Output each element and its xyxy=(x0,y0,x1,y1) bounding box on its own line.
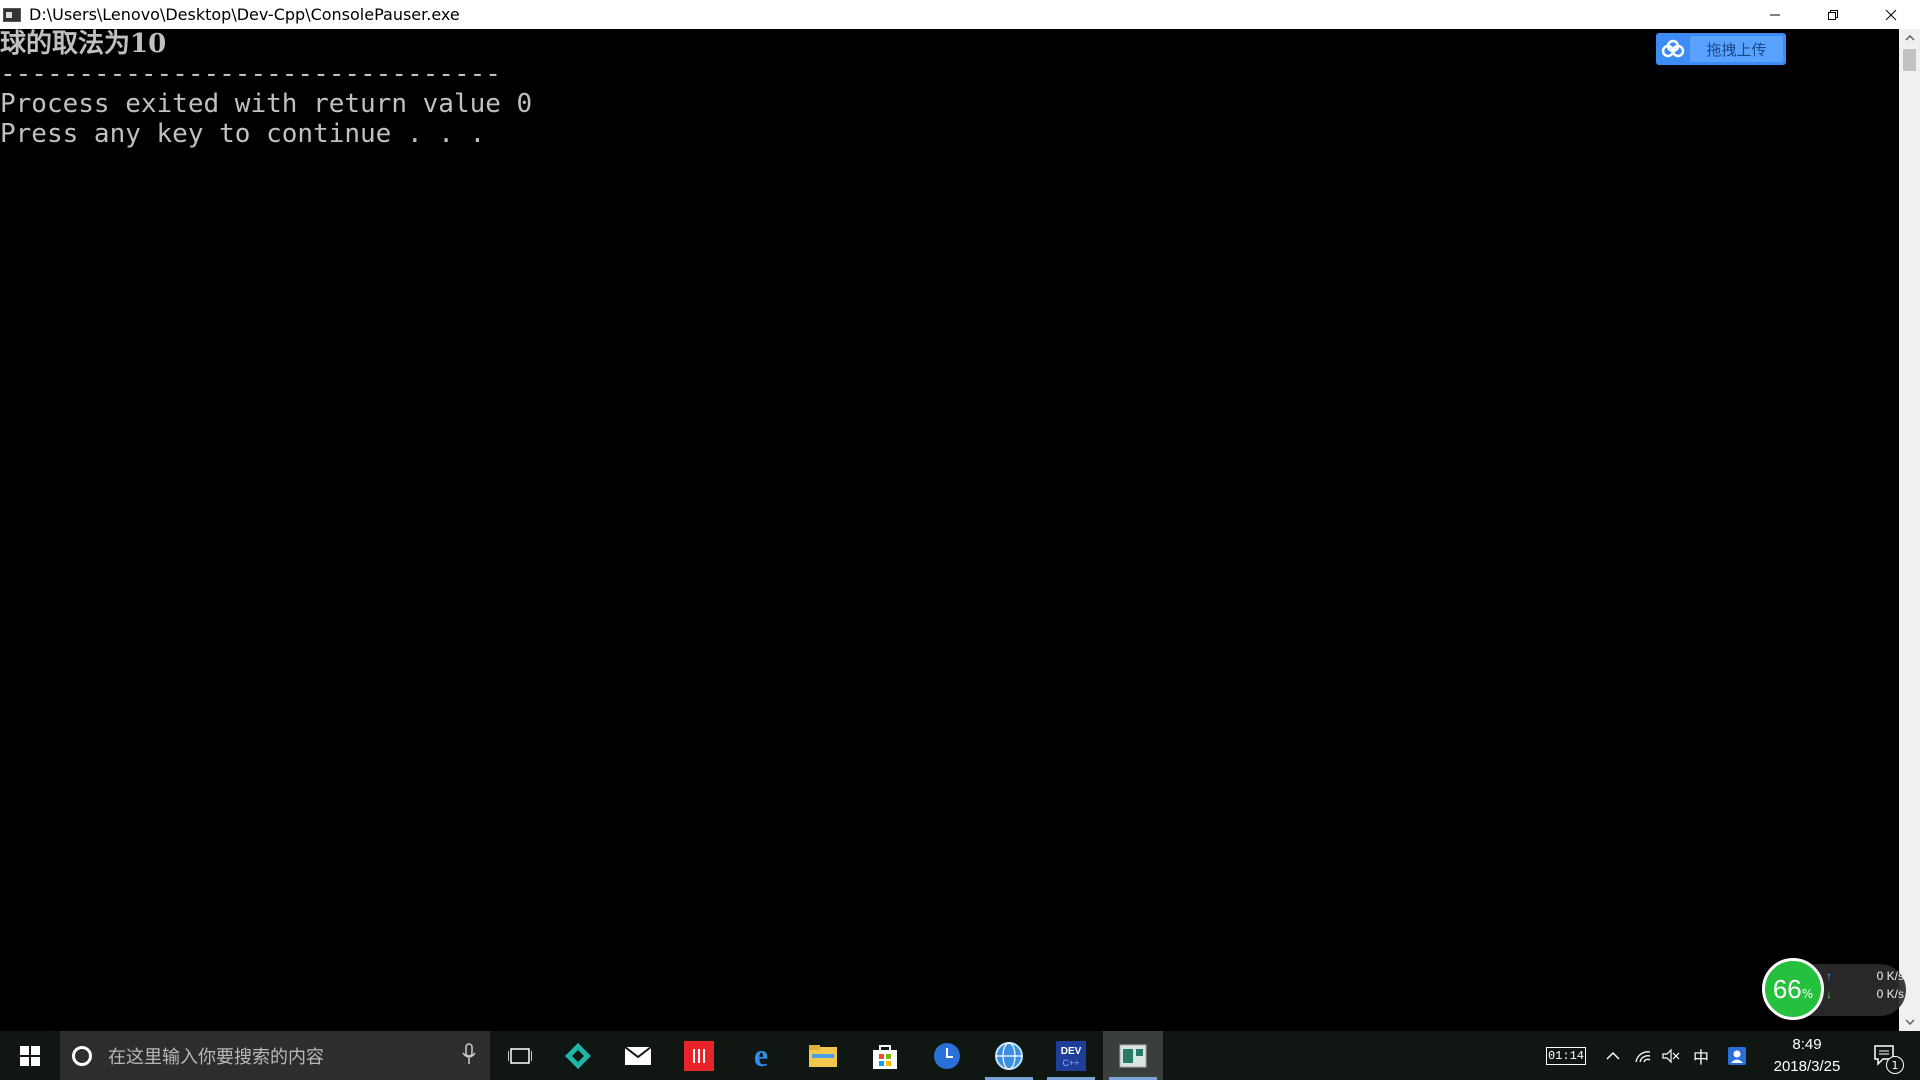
dev-cpp-icon: DEV C++ xyxy=(1056,1040,1086,1071)
drag-upload-widget[interactable]: 拖拽上传 xyxy=(1656,33,1786,65)
taskbar: 在这里输入你要搜索的内容 e DEV C++ 01:14 中 8:49 2018… xyxy=(0,1031,1920,1080)
taskbar-app-red[interactable] xyxy=(669,1031,729,1080)
taskbar-app-browser[interactable] xyxy=(979,1031,1039,1080)
console-line: 球的取法为10 xyxy=(0,29,167,59)
window-title-bar: D:\Users\Lenovo\Desktop\Dev-Cpp\ConsoleP… xyxy=(0,0,1920,29)
windows-logo-icon xyxy=(20,1045,40,1066)
console-output[interactable]: 球的取法为10 --------------------------------… xyxy=(0,29,1899,1031)
user-tray-icon xyxy=(1728,1046,1746,1065)
speaker-muted-icon xyxy=(1662,1048,1680,1063)
console-line: Press any key to continue . . . xyxy=(0,119,486,149)
memory-percent: 66 xyxy=(1772,973,1802,1004)
upload-speed-value: 0 K/s xyxy=(1876,969,1904,983)
download-speed: ↓ 0 K/s xyxy=(1826,987,1904,1001)
ime-indicator[interactable]: 中 xyxy=(1688,1031,1714,1080)
edge-icon: e xyxy=(753,1037,769,1073)
close-icon xyxy=(1885,9,1897,20)
task-view-icon xyxy=(508,1047,532,1064)
taskbar-app-diamond[interactable] xyxy=(548,1031,608,1080)
window-controls xyxy=(1746,0,1920,29)
action-center-button[interactable]: 1 xyxy=(1866,1031,1906,1080)
battery-time: 01:14 xyxy=(1547,1048,1584,1063)
chevron-up-icon xyxy=(1606,1051,1620,1060)
download-speed-value: 0 K/s xyxy=(1876,987,1904,1001)
download-arrow-icon: ↓ xyxy=(1826,987,1832,1001)
network-speed-widget[interactable]: 66 % ↑ 0 K/s ↓ 0 K/s xyxy=(1762,958,1906,1020)
close-button[interactable] xyxy=(1862,0,1920,29)
console-app-icon xyxy=(3,7,21,22)
battery-icon: 01:14 xyxy=(1546,1046,1586,1065)
folder-icon xyxy=(809,1044,837,1067)
taskbar-app-file-explorer[interactable] xyxy=(793,1031,853,1080)
clock-date: 2018/3/25 xyxy=(1773,1058,1841,1075)
taskbar-clock[interactable]: 8:49 2018/3/25 xyxy=(1762,1031,1852,1080)
red-app-icon xyxy=(684,1040,714,1071)
clock-time: 8:49 xyxy=(1792,1036,1822,1053)
restore-icon xyxy=(1828,9,1838,20)
taskbar-app-dev-cpp[interactable]: DEV C++ xyxy=(1041,1031,1101,1080)
scrollbar-thumb[interactable] xyxy=(1903,49,1916,71)
volume-tray-button[interactable] xyxy=(1658,1031,1684,1080)
window-title: D:\Users\Lenovo\Desktop\Dev-Cpp\ConsoleP… xyxy=(29,5,460,24)
notification-count-badge: 1 xyxy=(1886,1056,1904,1074)
diamond-app-icon xyxy=(565,1042,591,1069)
task-view-button[interactable] xyxy=(490,1031,550,1080)
browser-globe-icon xyxy=(995,1041,1023,1070)
scroll-up-arrow-icon[interactable] xyxy=(1899,29,1920,47)
taskbar-app-clock[interactable] xyxy=(917,1031,977,1080)
taskbar-app-console[interactable] xyxy=(1103,1031,1163,1080)
percent-sign: % xyxy=(1801,987,1814,1001)
store-bag-icon xyxy=(873,1044,897,1069)
svg-text:C++: C++ xyxy=(1062,1058,1079,1068)
minimize-icon xyxy=(1770,14,1780,15)
battery-indicator[interactable]: 01:14 xyxy=(1541,1031,1591,1080)
minimize-button[interactable] xyxy=(1746,0,1804,29)
network-tray-button[interactable] xyxy=(1630,1031,1656,1080)
console-separator: -------------------------------- xyxy=(0,59,501,89)
start-button[interactable] xyxy=(0,1031,60,1080)
cortana-icon xyxy=(72,1045,92,1066)
taskbar-app-mail[interactable] xyxy=(608,1031,668,1080)
console-window-icon xyxy=(1119,1044,1147,1067)
drag-upload-label: 拖拽上传 xyxy=(1690,36,1783,62)
search-placeholder: 在这里输入你要搜索的内容 xyxy=(108,1046,324,1068)
memory-usage-circle[interactable]: 66 % xyxy=(1762,958,1824,1020)
wifi-icon xyxy=(1635,1050,1651,1062)
tray-app-button[interactable] xyxy=(1724,1031,1750,1080)
taskbar-search-box[interactable]: 在这里输入你要搜索的内容 xyxy=(60,1031,490,1080)
mail-icon xyxy=(624,1045,652,1065)
upload-speed: ↑ 0 K/s xyxy=(1826,969,1904,983)
microphone-icon[interactable] xyxy=(462,1043,476,1065)
show-hidden-icons-button[interactable] xyxy=(1600,1031,1626,1080)
console-line: Process exited with return value 0 xyxy=(0,89,533,119)
clock-app-icon xyxy=(934,1042,960,1069)
restore-button[interactable] xyxy=(1804,0,1862,29)
vertical-scrollbar[interactable] xyxy=(1899,29,1920,1031)
taskbar-app-edge[interactable]: e xyxy=(731,1031,791,1080)
cloud-icon xyxy=(1656,33,1690,65)
upload-arrow-icon: ↑ xyxy=(1826,969,1832,983)
taskbar-app-store[interactable] xyxy=(855,1031,915,1080)
svg-text:DEV: DEV xyxy=(1061,1046,1082,1057)
